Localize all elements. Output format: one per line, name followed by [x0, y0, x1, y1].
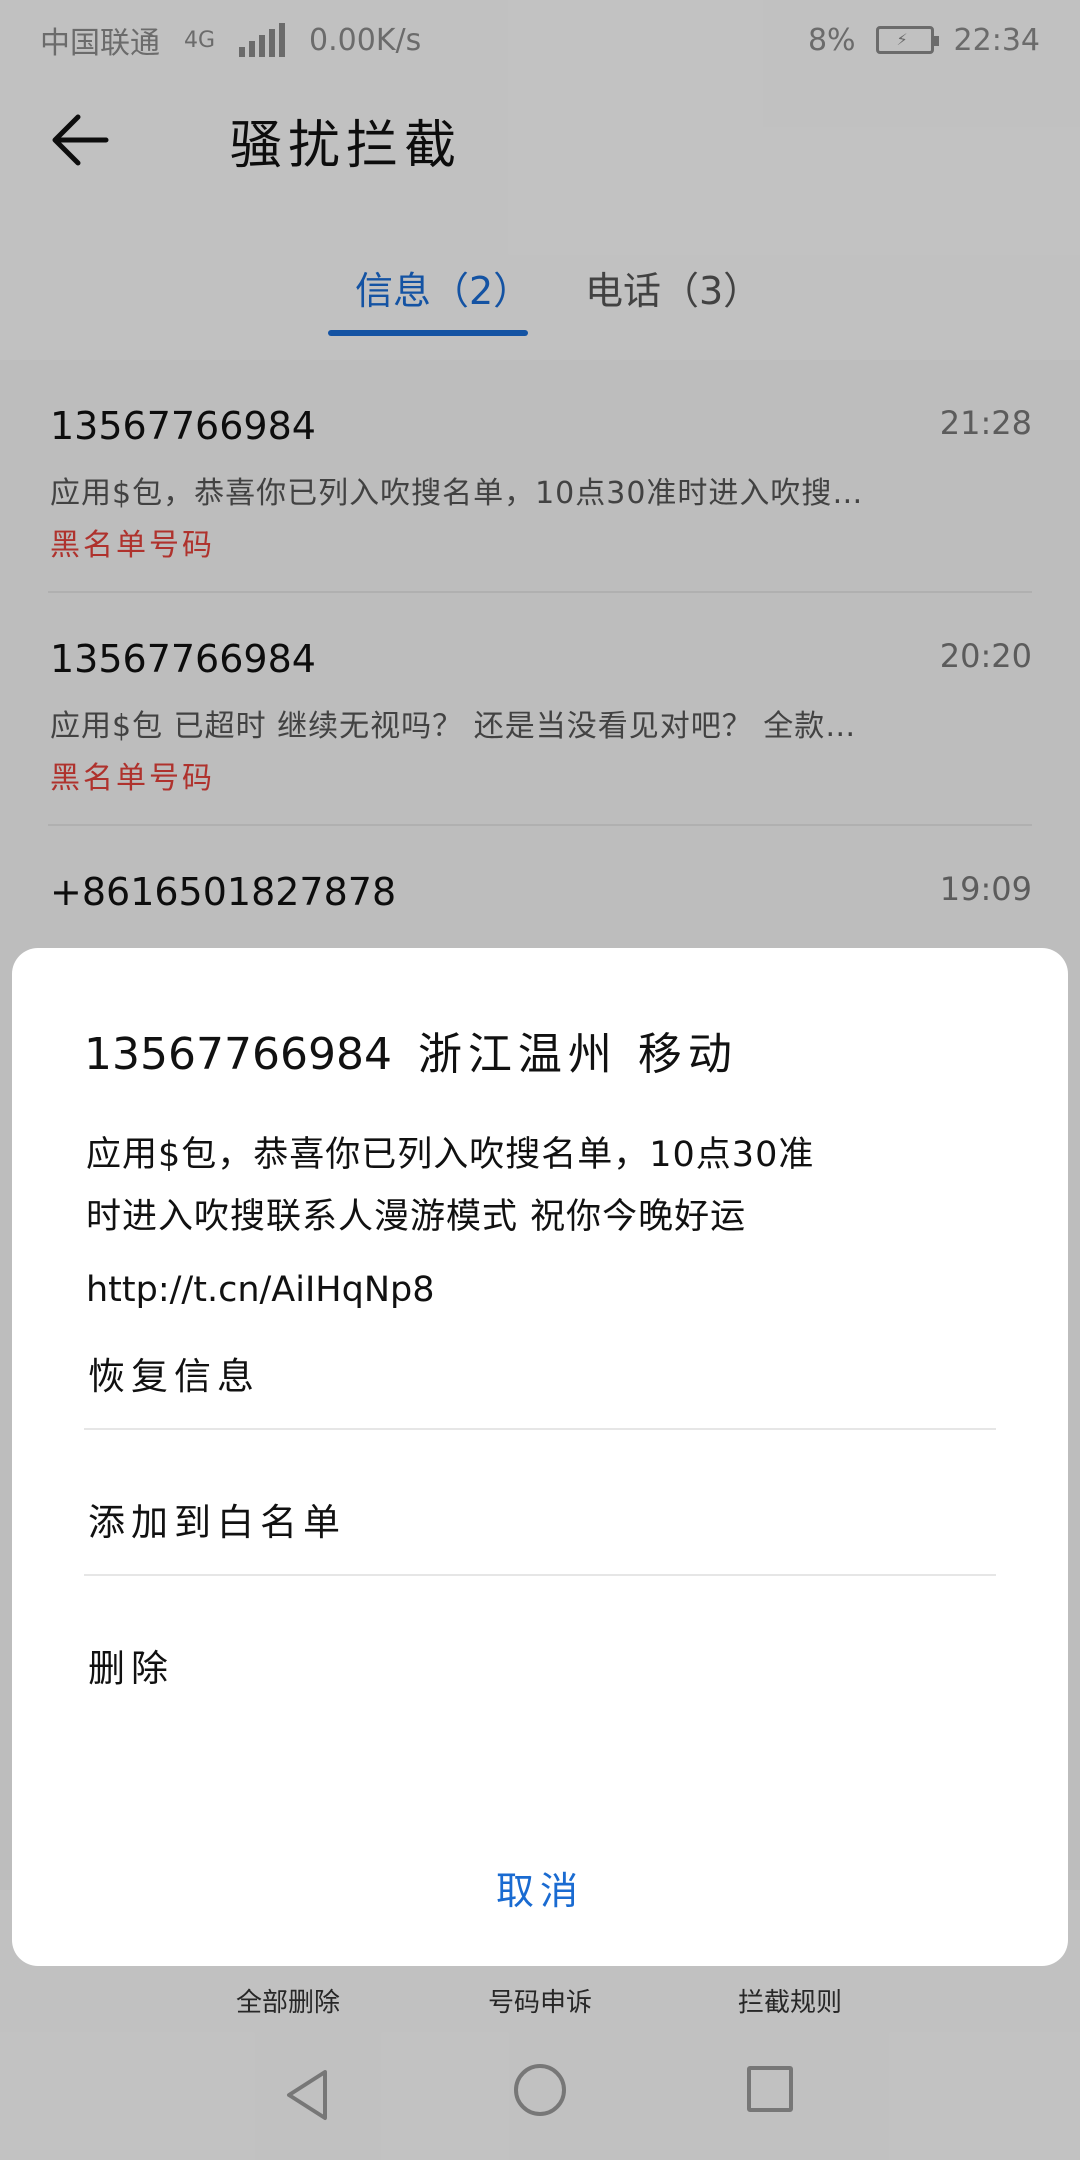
delete-option[interactable]: 删除 [84, 1576, 996, 1722]
option-label: 添加到白名单 [88, 1501, 346, 1544]
dialog-body-line: 时进入吹搜联系人漫游模式 祝你今晚好运 [86, 1197, 747, 1237]
dialog-body-line: 应用$包，恭喜你已列入吹搜名单，10点30准 [86, 1135, 815, 1175]
dialog-sender-location: 浙江温州 移动 [417, 1029, 738, 1080]
dialog-sender-number: 13567766984 [84, 1029, 392, 1080]
option-label: 删除 [88, 1647, 174, 1690]
add-to-whitelist-option[interactable]: 添加到白名单 [84, 1430, 996, 1576]
dialog-message-body: 应用$包，恭喜你已列入吹搜名单，10点30准 时进入吹搜联系人漫游模式 祝你今晚… [86, 1124, 986, 1248]
message-action-dialog: 13567766984 浙江温州 移动 应用$包，恭喜你已列入吹搜名单，10点30… [12, 948, 1068, 1966]
dialog-header: 13567766984 浙江温州 移动 [84, 1018, 738, 1082]
restore-message-option[interactable]: 恢复信息 [84, 1284, 996, 1430]
cancel-button[interactable]: 取消 [12, 1860, 1068, 1915]
option-label: 恢复信息 [88, 1355, 260, 1398]
